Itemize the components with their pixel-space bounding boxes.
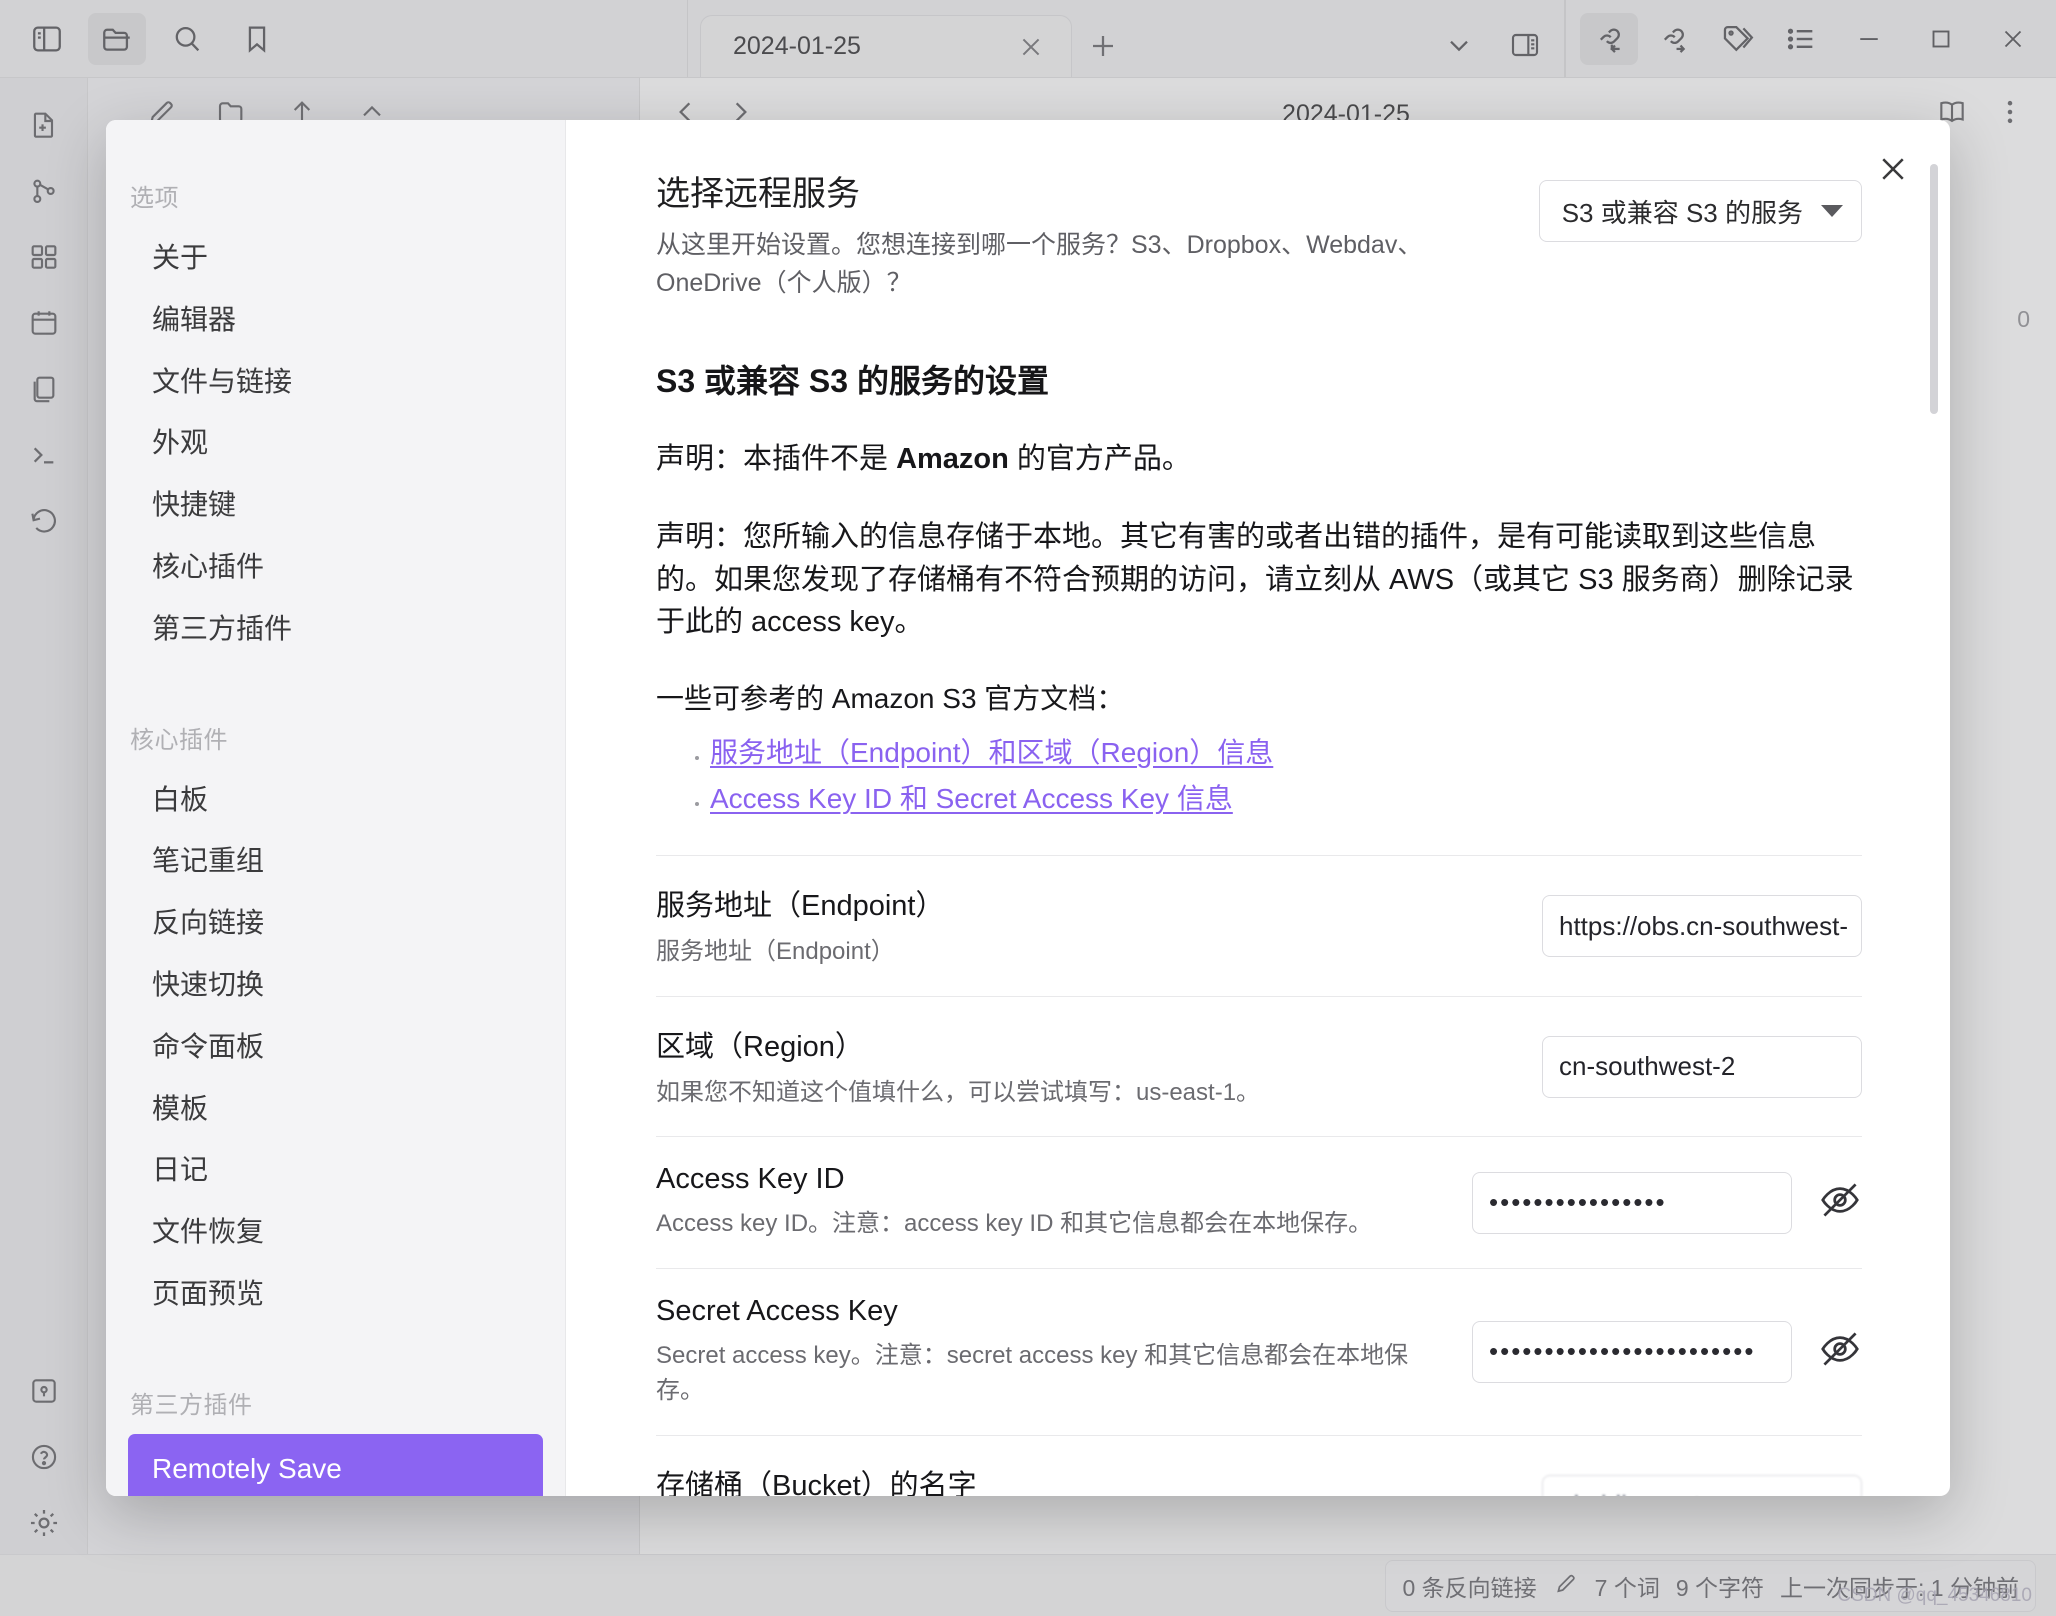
secret-access-key-input[interactable]: •••••••••••••••••••••••• [1472, 1320, 1792, 1383]
settings-content: 选择远程服务 从这里开始设置。您想连接到哪一个服务？S3、Dropbox、Web… [566, 120, 1950, 1496]
setting-row-secret-access-key: Secret Access Key Secret access key。注意：s… [656, 1267, 1862, 1435]
setting-control: https://obs.cn-southwest- [1542, 895, 1862, 958]
sidebar-item-appearance[interactable]: 外观 [128, 412, 543, 474]
eye-off-icon[interactable] [1818, 1178, 1862, 1227]
page-description: 从这里开始设置。您想连接到哪一个服务？S3、Dropbox、Webdav、One… [656, 231, 1423, 297]
doc-link-endpoint-region[interactable]: 服务地址（Endpoint）和区域（Region）信息 [710, 737, 1273, 768]
sidebar-item-page-preview[interactable]: 页面预览 [128, 1263, 543, 1325]
setting-row-endpoint: 服务地址（Endpoint） 服务地址（Endpoint） https://ob… [656, 855, 1862, 996]
notice-prefix: 声明：本插件不是 [656, 443, 897, 475]
setting-name: 服务地址（Endpoint） [656, 890, 945, 923]
setting-name: 存储桶（Bucket）的名字 [656, 1469, 977, 1496]
app-window: 2024-01-25 2024-01-25 0 0 条反向链接 7 个词 9 个… [0, 0, 2056, 1616]
notice-local-storage: 声明：您所输入的信息存储于本地。其它有害的或者出错的插件，是有可能读取到这些信息… [656, 521, 1854, 638]
setting-name: Access Key ID [656, 1163, 845, 1196]
sidebar-item-hotkeys[interactable]: 快捷键 [128, 474, 543, 536]
remote-service-header-text: 选择远程服务 从这里开始设置。您想连接到哪一个服务？S3、Dropbox、Web… [656, 166, 1509, 302]
setting-info: Access Key ID Access key ID。注意：access ke… [656, 1163, 1432, 1242]
chevron-down-icon [1821, 205, 1843, 217]
setting-control: obsidian-notes [1542, 1474, 1862, 1496]
setting-control: •••••••••••••••••••••••• [1472, 1320, 1862, 1383]
region-input[interactable]: cn-southwest-2 [1542, 1035, 1862, 1098]
setting-description: 服务地址（Endpoint） [656, 938, 895, 966]
close-icon[interactable] [1870, 146, 1916, 192]
sidebar-item-backlinks[interactable]: 反向链接 [128, 892, 543, 954]
sidebar-item-files-links[interactable]: 文件与链接 [128, 351, 543, 413]
notice-bold-amazon: Amazon [896, 443, 1009, 475]
nav-gap-2 [106, 1325, 565, 1367]
service-type-dropdown[interactable]: S3 或兼容 S3 的服务 [1538, 180, 1862, 242]
eye-off-icon[interactable] [1818, 1327, 1862, 1376]
endpoint-input[interactable]: https://obs.cn-southwest- [1542, 895, 1862, 958]
sidebar-item-community-plugins[interactable]: 第三方插件 [128, 598, 543, 660]
sidebar-item-core-plugins[interactable]: 核心插件 [128, 536, 543, 598]
page-title: 选择远程服务 [656, 175, 860, 213]
nav-group-title-community-plugins: 第三方插件 [130, 1391, 253, 1419]
sidebar-item-remotely-save[interactable]: Remotely Save [128, 1433, 543, 1496]
sidebar-item-canvas[interactable]: 白板 [128, 769, 543, 831]
setting-control: cn-southwest-2 [1542, 1035, 1862, 1098]
setting-info: Secret Access Key Secret access key。注意：s… [656, 1295, 1432, 1409]
scrollbar-track[interactable] [1930, 164, 1938, 1444]
sidebar-item-editor[interactable]: 编辑器 [128, 289, 543, 351]
service-type-dropdown-value: S3 或兼容 S3 的服务 [1561, 197, 1803, 228]
setting-row-bucket-name: 存储桶（Bucket）的名字 存储桶（Bucket）的名字 obsidian-n… [656, 1434, 1862, 1496]
nav-group-title-core-plugins: 核心插件 [130, 726, 228, 754]
nav-gap-1 [106, 660, 565, 702]
sidebar-item-note-composer[interactable]: 笔记重组 [128, 830, 543, 892]
remote-service-section-header: 选择远程服务 从这里开始设置。您想连接到哪一个服务？S3、Dropbox、Web… [656, 166, 1862, 302]
list-item: Access Key ID 和 Secret Access Key 信息 [710, 777, 1862, 817]
setting-info: 服务地址（Endpoint） 服务地址（Endpoint） [656, 882, 1456, 970]
setting-description: Secret access key。注意：secret access key 和… [656, 1341, 1409, 1405]
scrollbar-thumb[interactable] [1930, 164, 1938, 414]
setting-row-region: 区域（Region） 如果您不知道这个值填什么，可以尝试填写：us-east-1… [656, 995, 1862, 1137]
s3-settings-heading: S3 或兼容 S3 的服务的设置 [656, 363, 1049, 399]
sidebar-item-quick-switcher[interactable]: 快速切换 [128, 954, 543, 1016]
setting-info: 存储桶（Bucket）的名字 存储桶（Bucket）的名字 [656, 1462, 1456, 1496]
sidebar-item-daily-notes[interactable]: 日记 [128, 1139, 543, 1201]
setting-row-access-key-id: Access Key ID Access key ID。注意：access ke… [656, 1136, 1862, 1268]
sidebar-item-command-palette[interactable]: 命令面板 [128, 1016, 543, 1078]
setting-info: 区域（Region） 如果您不知道这个值填什么，可以尝试填写：us-east-1… [656, 1023, 1456, 1111]
notice-suffix: 的官方产品。 [1008, 443, 1191, 475]
list-item: 服务地址（Endpoint）和区域（Region）信息 [710, 731, 1862, 771]
notice-not-official: 声明：本插件不是 Amazon 的官方产品。 [656, 438, 1862, 480]
row-spacer [656, 823, 1862, 855]
sidebar-item-file-recovery[interactable]: 文件恢复 [128, 1201, 543, 1263]
setting-control: •••••••••••••••• [1472, 1171, 1862, 1234]
nav-group-title-options: 选项 [130, 185, 179, 212]
access-key-id-input[interactable]: •••••••••••••••• [1472, 1171, 1792, 1234]
setting-name: Secret Access Key [656, 1294, 898, 1327]
sidebar-item-about[interactable]: 关于 [128, 227, 543, 289]
doc-link-access-keys[interactable]: Access Key ID 和 Secret Access Key 信息 [710, 783, 1233, 814]
sidebar-item-templates[interactable]: 模板 [128, 1078, 543, 1140]
docs-link-list: 服务地址（Endpoint）和区域（Region）信息 Access Key I… [710, 731, 1862, 817]
settings-modal: 选项 关于 编辑器 文件与链接 外观 快捷键 核心插件 第三方插件 核心插件 白… [106, 120, 1950, 1496]
bucket-name-input[interactable]: obsidian-notes [1542, 1474, 1862, 1496]
setting-name: 区域（Region） [656, 1030, 864, 1063]
setting-description: Access key ID。注意：access key ID 和其它信息都会在本… [656, 1210, 1373, 1238]
settings-nav: 选项 关于 编辑器 文件与链接 外观 快捷键 核心插件 第三方插件 核心插件 白… [106, 120, 566, 1496]
setting-description: 如果您不知道这个值填什么，可以尝试填写：us-east-1。 [656, 1078, 1261, 1106]
docs-intro: 一些可参考的 Amazon S3 官方文档： [656, 683, 1125, 715]
